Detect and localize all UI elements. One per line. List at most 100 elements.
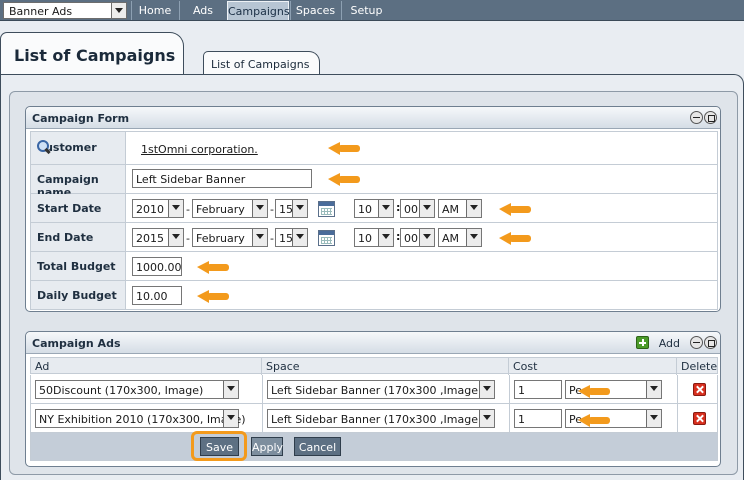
- chevron-down-icon[interactable]: [466, 200, 481, 217]
- arrow-icon: [499, 203, 531, 216]
- chevron-down-icon[interactable]: [111, 3, 126, 18]
- total-budget-row: Total Budget 1000.00: [30, 252, 718, 281]
- end-hour-select[interactable]: 10: [354, 228, 394, 247]
- tab-campaigns[interactable]: Campaigns: [227, 1, 290, 20]
- apply-button[interactable]: Apply: [251, 437, 283, 456]
- chevron-down-icon[interactable]: [646, 410, 661, 427]
- add-link[interactable]: Add: [659, 337, 680, 350]
- page-title: List of Campaigns: [14, 46, 176, 65]
- campaign-name-row: Campaign name Left Sidebar Banner: [30, 165, 718, 199]
- maximize-icon[interactable]: [704, 111, 717, 124]
- start-day-select[interactable]: 15: [275, 199, 308, 218]
- end-year-select[interactable]: 2015: [132, 228, 184, 247]
- cost-input[interactable]: 1: [514, 409, 562, 428]
- search-icon[interactable]: [37, 140, 51, 154]
- chevron-down-icon[interactable]: [252, 200, 267, 217]
- chevron-down-icon[interactable]: [223, 381, 238, 398]
- customer-link[interactable]: 1stOmni corporation.: [141, 143, 258, 156]
- chevron-down-icon[interactable]: [419, 229, 434, 246]
- sub-tab[interactable]: List of Campaigns: [203, 51, 320, 76]
- delete-icon[interactable]: [693, 412, 706, 425]
- date-separator: -: [270, 203, 274, 216]
- chevron-down-icon[interactable]: [646, 381, 661, 398]
- start-minute-select[interactable]: 00: [400, 199, 435, 218]
- space-select[interactable]: Left Sidebar Banner (170x300 ,Image): [267, 380, 495, 399]
- start-month-value: February: [196, 203, 245, 216]
- cell-divider: [677, 404, 678, 432]
- end-day-value: 15: [279, 232, 293, 245]
- column-header-delete[interactable]: Delete: [677, 358, 719, 375]
- ad-select-value: NY Exhibition 2010 (170x300, Image): [39, 413, 246, 426]
- start-ampm-select[interactable]: AM: [438, 199, 482, 218]
- campaign-ads-header: Campaign Ads Add: [26, 332, 720, 354]
- chevron-down-icon[interactable]: [292, 229, 307, 246]
- minimize-icon[interactable]: [690, 111, 703, 124]
- end-date-label: End Date: [37, 231, 94, 244]
- cost-input[interactable]: 1: [514, 380, 562, 399]
- maximize-icon[interactable]: [704, 336, 717, 349]
- cell-divider: [262, 404, 263, 432]
- chevron-down-icon[interactable]: [223, 410, 238, 427]
- daily-budget-value: 10.00: [136, 290, 168, 303]
- arrow-icon: [328, 142, 360, 155]
- column-header-ad[interactable]: Ad: [31, 358, 262, 375]
- save-highlight: [191, 431, 247, 461]
- end-ampm-value: AM: [442, 232, 460, 245]
- column-header-cost[interactable]: Cost: [509, 358, 677, 375]
- arrow-icon: [499, 232, 531, 245]
- end-month-value: February: [196, 232, 245, 245]
- chevron-down-icon[interactable]: [252, 229, 267, 246]
- delete-icon[interactable]: [693, 383, 706, 396]
- chevron-down-icon[interactable]: [479, 381, 494, 398]
- end-day-select[interactable]: 15: [275, 228, 308, 247]
- campaign-form-header: Campaign Form: [26, 107, 720, 129]
- app-selector-value: Banner Ads: [9, 5, 73, 18]
- chevron-down-icon[interactable]: [378, 200, 393, 217]
- end-minute-value: 00: [404, 232, 418, 245]
- main-tab[interactable]: List of Campaigns: [0, 32, 184, 76]
- tab-ads[interactable]: Ads: [179, 1, 226, 20]
- chevron-down-icon[interactable]: [168, 229, 183, 246]
- cell-divider: [262, 375, 263, 403]
- space-select[interactable]: Left Sidebar Banner (170x300 ,Image): [267, 409, 495, 428]
- chevron-down-icon[interactable]: [292, 200, 307, 217]
- start-year-value: 2010: [136, 203, 164, 216]
- app-selector[interactable]: Banner Ads: [3, 2, 127, 19]
- tab-spaces[interactable]: Spaces: [290, 1, 340, 20]
- end-date-label-cell: End Date: [31, 223, 126, 251]
- sub-tab-label: List of Campaigns: [211, 58, 310, 71]
- total-budget-input[interactable]: 1000.00: [132, 257, 182, 276]
- start-year-select[interactable]: 2010: [132, 199, 184, 218]
- minimize-icon[interactable]: [690, 336, 703, 349]
- calendar-icon[interactable]: [318, 201, 335, 217]
- start-month-select[interactable]: February: [192, 199, 268, 218]
- cancel-button[interactable]: Cancel: [294, 437, 341, 456]
- start-date-row: Start Date 2010 - February - 15 10 : 00 …: [30, 194, 718, 223]
- total-budget-label-cell: Total Budget: [31, 252, 126, 280]
- ad-select[interactable]: NY Exhibition 2010 (170x300, Image): [35, 409, 246, 428]
- end-month-select[interactable]: February: [192, 228, 268, 247]
- start-minute-value: 00: [404, 203, 418, 216]
- start-day-value: 15: [279, 203, 293, 216]
- chevron-down-icon[interactable]: [419, 200, 434, 217]
- daily-budget-input[interactable]: 10.00: [132, 286, 182, 305]
- chevron-down-icon[interactable]: [168, 200, 183, 217]
- cost-value: 1: [518, 384, 525, 397]
- start-hour-value: 10: [358, 203, 372, 216]
- campaign-name-input[interactable]: Left Sidebar Banner: [132, 169, 312, 188]
- tab-home[interactable]: Home: [131, 1, 178, 20]
- end-ampm-select[interactable]: AM: [438, 228, 482, 247]
- chevron-down-icon[interactable]: [479, 410, 494, 427]
- tab-setup[interactable]: Setup: [341, 1, 391, 20]
- calendar-icon[interactable]: [318, 230, 335, 246]
- column-header-space[interactable]: Space: [262, 358, 509, 375]
- campaign-ads-title: Campaign Ads: [32, 337, 121, 350]
- end-minute-select[interactable]: 00: [400, 228, 435, 247]
- add-icon[interactable]: [636, 336, 649, 349]
- chevron-down-icon[interactable]: [466, 229, 481, 246]
- start-hour-select[interactable]: 10: [354, 199, 394, 218]
- ad-select[interactable]: 50Discount (170x300, Image): [35, 380, 239, 399]
- daily-budget-row: Daily Budget 10.00: [30, 281, 718, 310]
- table-row: NY Exhibition 2010 (170x300, Image) Left…: [30, 404, 718, 433]
- chevron-down-icon[interactable]: [378, 229, 393, 246]
